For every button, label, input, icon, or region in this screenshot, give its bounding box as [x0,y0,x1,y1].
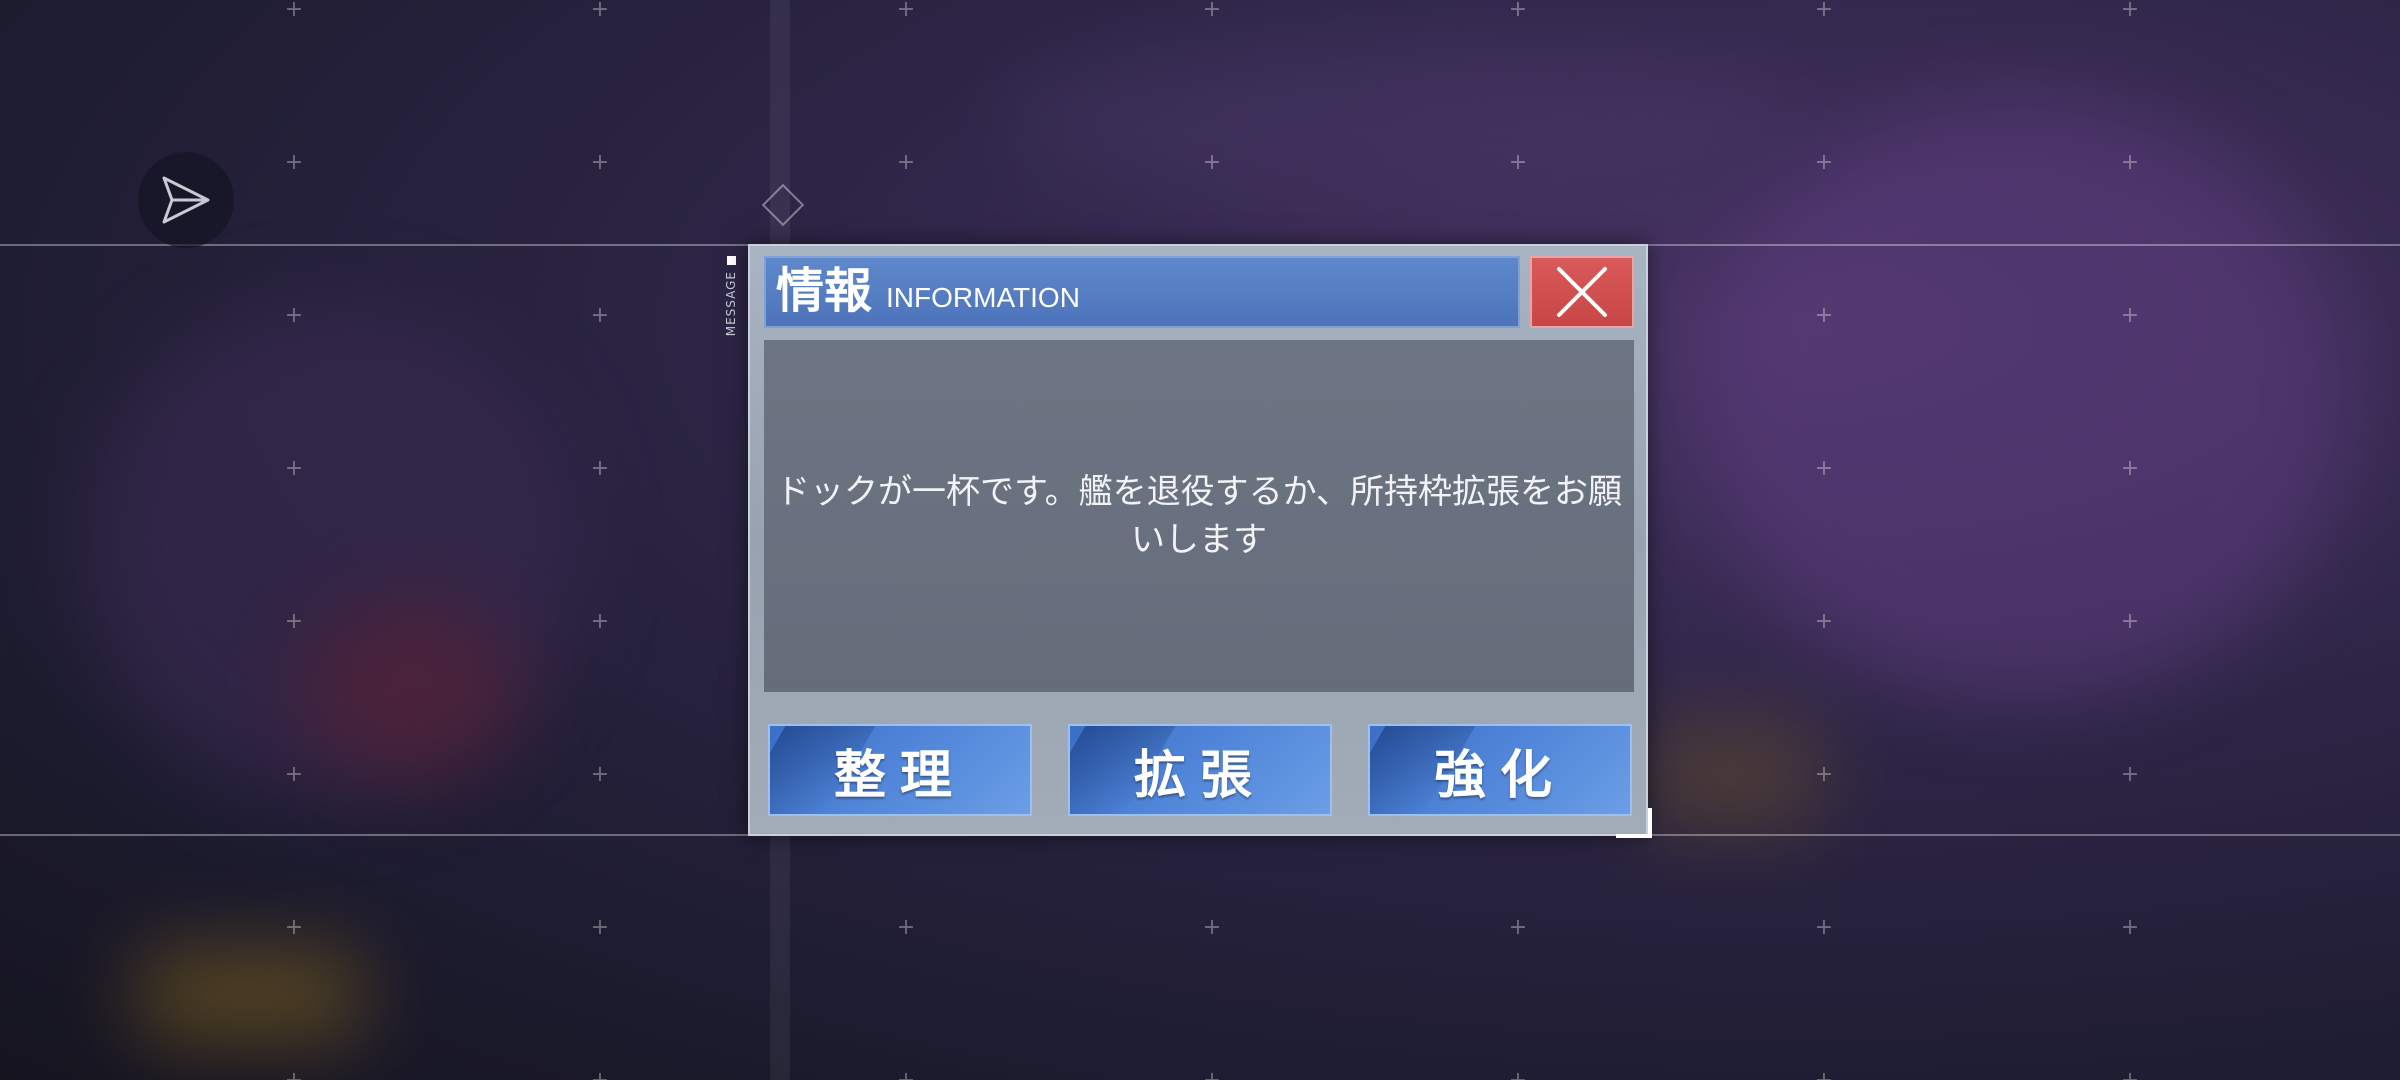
grid-plus-icon: + [2120,303,2140,328]
message-label-text: MESSAGE [724,271,738,337]
grid-plus-icon: + [2120,456,2140,481]
grid-plus-icon: + [1814,456,1834,481]
grid-plus-icon: + [590,456,610,481]
grid-plus-icon: + [1814,150,1834,175]
grid-plus-icon: + [590,609,610,634]
grid-plus-icon: + [1201,1070,1223,1080]
grid-plus-icon: + [1814,609,1834,634]
enhance-button-label: 強化 [1433,744,1566,806]
grid-plus-icon: + [2120,150,2140,175]
grid-plus-icon: + [2120,762,2140,787]
grid-plus-icon: + [284,762,304,787]
grid-plus-icon: + [2120,915,2140,940]
grid-plus-icon: + [1814,762,1834,787]
grid-plus-icon: + [284,303,304,328]
grid-plus-icon: + [283,1070,305,1080]
grid-plus-icon: + [1508,915,1528,940]
information-dialog: 情報 INFORMATION ドックが一杯です。艦を退役するか、所持枠拡張をお願… [748,244,1648,836]
grid-plus-icon: + [1813,1070,1835,1080]
dialog-subtitle: INFORMATION [886,282,1080,313]
grid-plus-icon: + [1507,1070,1529,1080]
grid-plus-icon: + [1508,150,1528,175]
grid-plus-icon: + [1202,0,1222,22]
game-screen: + + + + + + + + + + + + + + + + + + + + + + + + + + + + + + + + + + + + + + + +… [0,0,2400,1080]
grid-plus-icon: + [1814,303,1834,328]
grid-plus-icon: + [1202,150,1222,175]
grid-plus-icon: + [284,915,304,940]
close-icon [1557,267,1607,317]
message-side-label: MESSAGE [722,256,740,366]
background-blur [1640,720,1820,830]
dialog-corner-mark [1616,808,1652,838]
grid-plus-icon: + [590,303,610,328]
grid-plus-icon: + [896,0,916,22]
grid-plus-icon: + [1202,915,1222,940]
grid-plus-icon: + [589,1070,611,1080]
dialog-title: 情報 [776,263,873,319]
grid-plus-icon: + [1814,915,1834,940]
organize-button-label: 整理 [833,744,966,806]
background-blur [300,600,520,780]
send-button[interactable] [138,152,234,248]
grid-plus-icon: + [896,150,916,175]
grid-plus-icon: + [1508,0,1528,22]
grid-plus-icon: + [895,1070,917,1080]
grid-plus-icon: + [590,915,610,940]
grid-plus-icon: + [590,150,610,175]
grid-plus-icon: + [284,0,304,22]
close-button[interactable] [1530,256,1634,328]
grid-plus-icon: + [284,456,304,481]
grid-plus-icon: + [590,762,610,787]
expand-button[interactable]: 拡張 [1068,724,1332,816]
grid-plus-icon: + [284,150,304,175]
grid-plus-icon: + [2119,1070,2141,1080]
grid-plus-icon: + [2120,0,2140,22]
send-icon [162,176,210,224]
dialog-title-bar: 情報 INFORMATION [764,256,1520,328]
diamond-marker-icon [761,183,805,227]
enhance-button[interactable]: 強化 [1368,724,1632,816]
grid-plus-icon: + [1814,0,1834,22]
message-panel: ドックが一杯です。艦を退役するか、所持枠拡張をお願いします [764,340,1634,692]
grid-plus-icon: + [284,609,304,634]
expand-button-label: 拡張 [1133,744,1266,806]
background-blur [140,950,360,1040]
grid-plus-icon: + [2120,609,2140,634]
grid-plus-icon: + [590,0,610,22]
background-blur [1000,40,1800,200]
square-marker-icon [726,256,736,265]
dialog-message: ドックが一杯です。艦を退役するか、所持枠拡張をお願いします [776,472,1622,560]
background-blur [1700,100,2350,700]
organize-button[interactable]: 整理 [768,724,1032,816]
grid-plus-icon: + [896,915,916,940]
